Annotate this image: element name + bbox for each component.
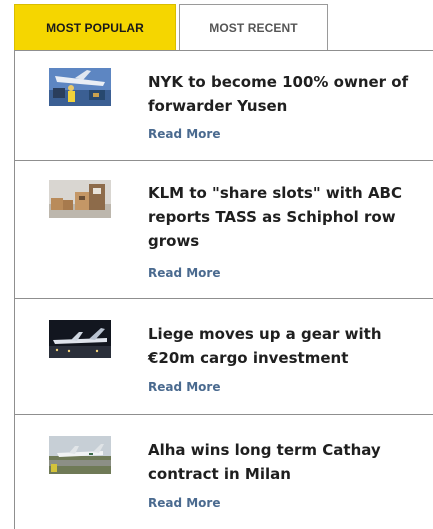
runway-aircraft-photo[interactable] <box>49 436 111 474</box>
tab-most-popular[interactable]: MOST POPULAR <box>14 4 176 51</box>
article-title[interactable]: NYK to become 100% owner of forwarder Yu… <box>148 70 418 118</box>
read-more-link[interactable]: Read More <box>148 496 221 510</box>
article-title[interactable]: Alha wins long term Cathay contract in M… <box>148 438 418 486</box>
list-item: NYK to become 100% owner of forwarder Yu… <box>15 51 433 161</box>
read-more-link[interactable]: Read More <box>148 127 221 141</box>
list-item: KLM to "share slots" with ABC reports TA… <box>15 162 433 299</box>
news-tabs: MOST POPULAR MOST RECENT <box>14 4 433 51</box>
list-item: Liege moves up a gear with €20m cargo in… <box>15 300 433 415</box>
article-title[interactable]: Liege moves up a gear with €20m cargo in… <box>148 322 418 370</box>
article-title[interactable]: KLM to "share slots" with ABC reports TA… <box>148 181 418 253</box>
read-more-link[interactable]: Read More <box>148 266 221 280</box>
tab-most-recent[interactable]: MOST RECENT <box>179 4 328 51</box>
cargo-boxes-photo[interactable] <box>49 180 111 218</box>
night-airport-photo[interactable] <box>49 320 111 358</box>
aircraft-loading-photo[interactable] <box>49 68 111 106</box>
article-list: NYK to become 100% owner of forwarder Yu… <box>14 50 433 529</box>
list-item: Alha wins long term Cathay contract in M… <box>15 416 433 529</box>
read-more-link[interactable]: Read More <box>148 380 221 394</box>
